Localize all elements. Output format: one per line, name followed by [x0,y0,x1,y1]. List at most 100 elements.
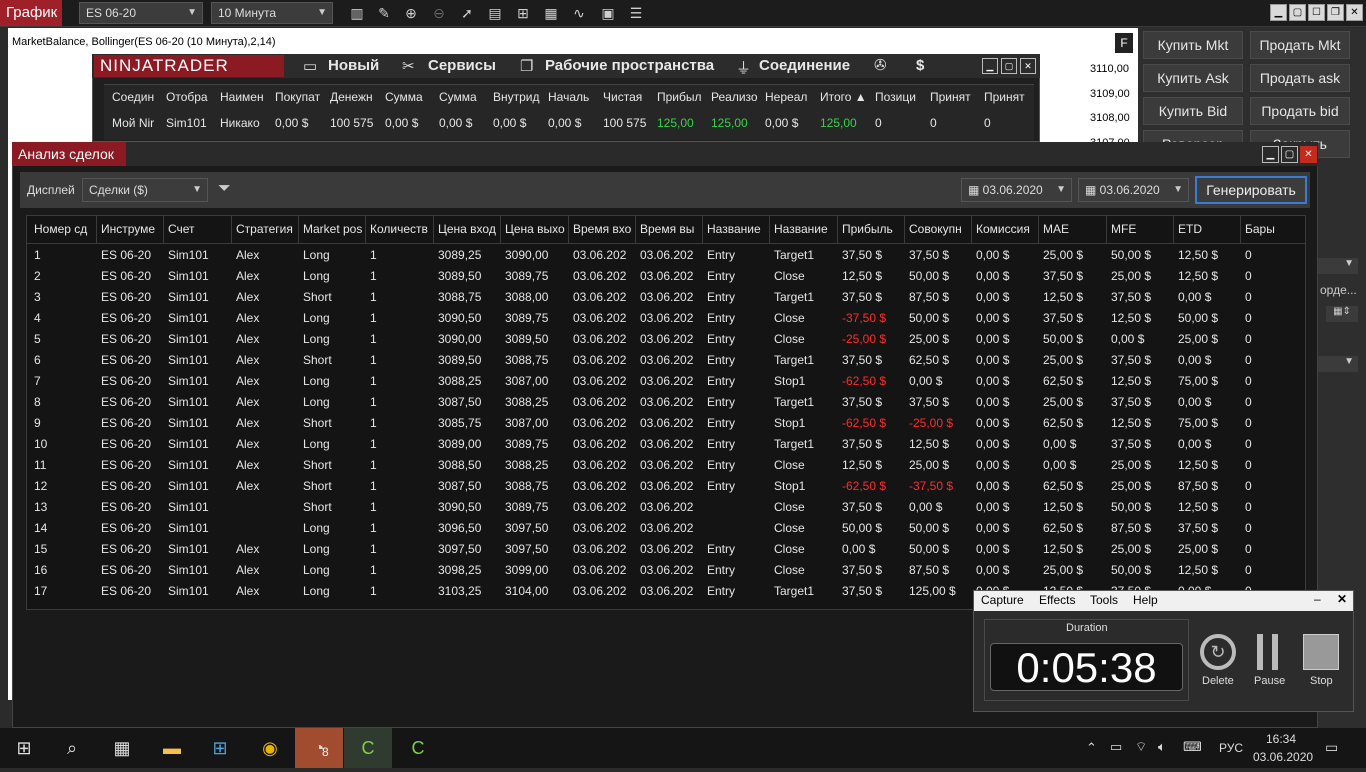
column-divider[interactable] [635,216,636,244]
column-header[interactable]: Название [707,222,769,236]
start-icon[interactable]: ⊞ [0,728,48,768]
column-divider[interactable] [433,216,434,244]
chrome-icon[interactable]: ◉ [246,728,294,768]
zoom-out-icon[interactable]: ⊖ [428,3,450,23]
sell-bid-button[interactable]: Продать bid [1250,97,1350,125]
column-divider[interactable] [904,216,905,244]
menu-effects[interactable]: Effects [1039,593,1075,607]
network-device-icon[interactable]: ▭ [1110,739,1122,755]
account-column-header[interactable]: Наимен [220,90,272,104]
account-column-header[interactable]: Итого ▲ [820,90,872,104]
table-row[interactable]: 12 ES 06-20 Sim101 Alex Short 1 3087,50 3088,75… [27,475,1305,496]
column-divider[interactable] [1106,216,1107,244]
account-column-header[interactable]: Принят [930,90,982,104]
menu-capture[interactable]: Capture [981,593,1024,607]
table-row[interactable]: 8 ES 06-20 Sim101 Alex Long 1 3087,50 3088,25 03… [27,391,1305,412]
minimize-icon[interactable]: ▁ [982,58,998,74]
pause-icon[interactable] [1272,634,1278,670]
indicators-icon[interactable]: ∿ [568,3,590,23]
chevron-down-icon[interactable]: ▼ [1318,356,1358,372]
account-column-header[interactable]: Принят [984,90,1032,104]
clock-date[interactable]: 03.06.2020 [1253,750,1313,764]
column-header[interactable]: Счет [168,222,230,236]
stop-icon[interactable] [1303,634,1339,670]
sell-ask-button[interactable]: Продать ask [1250,64,1350,92]
column-header[interactable]: Название [774,222,836,236]
chevron-down-icon[interactable]: ▼ [1318,258,1358,274]
clock-time[interactable]: 16:34 [1266,732,1296,746]
column-divider[interactable] [769,216,770,244]
search-icon[interactable]: ⌕ [48,728,96,768]
account-column-header[interactable]: Сумма [385,90,437,104]
quantity-stepper[interactable]: ▦⇕ [1326,306,1358,322]
buy-bid-button[interactable]: Купить Bid [1143,97,1243,125]
restore-icon[interactable]: ▢ [1289,4,1306,21]
table-row[interactable]: 14 ES 06-20 Sim101 Long 1 3096,50 3097,50 03.06… [27,517,1305,538]
column-header[interactable]: Номер сд [34,222,96,236]
table-row[interactable]: 6 ES 06-20 Sim101 Alex Short 1 3089,50 3088,75 0… [27,349,1305,370]
properties-icon[interactable]: ▤ [484,3,506,23]
table-row[interactable]: 9 ES 06-20 Sim101 Alex Short 1 3085,75 3087,00 0… [27,412,1305,433]
column-header[interactable]: MAE [1043,222,1105,236]
buy-ask-button[interactable]: Купить Ask [1143,64,1243,92]
keyboard-icon[interactable]: ⌨ [1183,739,1202,755]
menu-services[interactable]: Сервисы [428,57,496,74]
close-icon[interactable]: ✕ [1300,146,1317,163]
column-divider[interactable] [298,216,299,244]
table-row[interactable]: 5 ES 06-20 Sim101 Alex Long 1 3090,00 3089,50 03… [27,328,1305,349]
chart-trader-icon[interactable]: ▦ [540,3,562,23]
menu-new[interactable]: Новый [328,57,379,74]
account-column-header[interactable]: Прибыл [657,90,709,104]
minimize-icon[interactable]: ▁ [1262,146,1279,163]
column-divider[interactable] [702,216,703,244]
notifications-icon[interactable]: ▭ [1325,739,1338,756]
menu-connection[interactable]: Соединение [759,57,850,74]
column-divider[interactable] [1240,216,1241,244]
column-divider[interactable] [365,216,366,244]
maximize-icon[interactable]: ▢ [1281,146,1298,163]
layout-icon[interactable]: ⊞ [512,3,534,23]
account-column-header[interactable]: Позици [875,90,927,104]
column-divider[interactable] [1173,216,1174,244]
tile-icon[interactable]: ☐ [1308,4,1325,21]
help-icon[interactable]: ✇ [874,56,887,74]
menu-workspaces[interactable]: Рабочие пространства [545,57,714,74]
account-column-header[interactable]: Денежн [330,90,382,104]
column-header[interactable]: Бары [1245,222,1301,236]
language-indicator[interactable]: РУС [1219,741,1243,755]
column-divider[interactable] [500,216,501,244]
date-from-picker[interactable]: ▦ 03.06.2020 ▼ [961,178,1072,202]
date-to-picker[interactable]: ▦ 03.06.2020 ▼ [1078,178,1189,202]
chevron-up-icon[interactable]: ⌃ [1086,740,1097,756]
table-row[interactable]: 15 ES 06-20 Sim101 Alex Long 1 3097,50 3097,50 0… [27,538,1305,559]
calculator-icon[interactable]: ▦ [98,728,146,768]
interval-select[interactable]: 10 Минута ▼ [211,2,333,24]
column-divider[interactable] [96,216,97,244]
table-row[interactable]: 13 ES 06-20 Sim101 Short 1 3090,50 3089,75 03.0… [27,496,1305,517]
sell-mkt-button[interactable]: Продать Mkt [1250,31,1350,59]
column-divider[interactable] [837,216,838,244]
account-column-header[interactable]: Реализо [711,90,763,104]
bar-type-icon[interactable]: ▥ [346,3,368,23]
column-header[interactable]: Совокупн [909,222,973,236]
column-header[interactable]: Цена выхо [505,222,567,236]
maximize-icon[interactable]: ❐ [1327,4,1344,21]
account-column-header[interactable]: Началь [548,90,600,104]
column-header[interactable]: Цена вход [438,222,500,236]
table-row[interactable]: 3 ES 06-20 Sim101 Alex Short 1 3088,75 3088,00 0… [27,286,1305,307]
camtasia-recorder-icon[interactable]: C [394,728,442,768]
table-row[interactable]: 1 ES 06-20 Sim101 Alex Long 1 3089,25 3090,00 03… [27,244,1305,265]
display-select[interactable]: Сделки ($) ▼ [82,178,208,202]
column-divider[interactable] [1038,216,1039,244]
column-divider[interactable] [971,216,972,244]
account-column-header[interactable]: Соедин [112,90,164,104]
table-row[interactable]: 16 ES 06-20 Sim101 Alex Long 1 3098,25 3099,00 0… [27,559,1305,580]
filter-icon[interactable]: ⏷ [218,180,231,198]
table-row[interactable]: 10 ES 06-20 Sim101 Alex Long 1 3089,00 3089,75 0… [27,433,1305,454]
templates-icon[interactable]: ☰ [625,3,647,23]
account-column-header[interactable]: Чистая [603,90,655,104]
column-header[interactable]: Время вы [640,222,702,236]
close-icon[interactable]: ✕ [1020,58,1036,74]
generate-button[interactable]: Генерировать [1195,176,1307,204]
buy-mkt-button[interactable]: Купить Mkt [1143,31,1243,59]
